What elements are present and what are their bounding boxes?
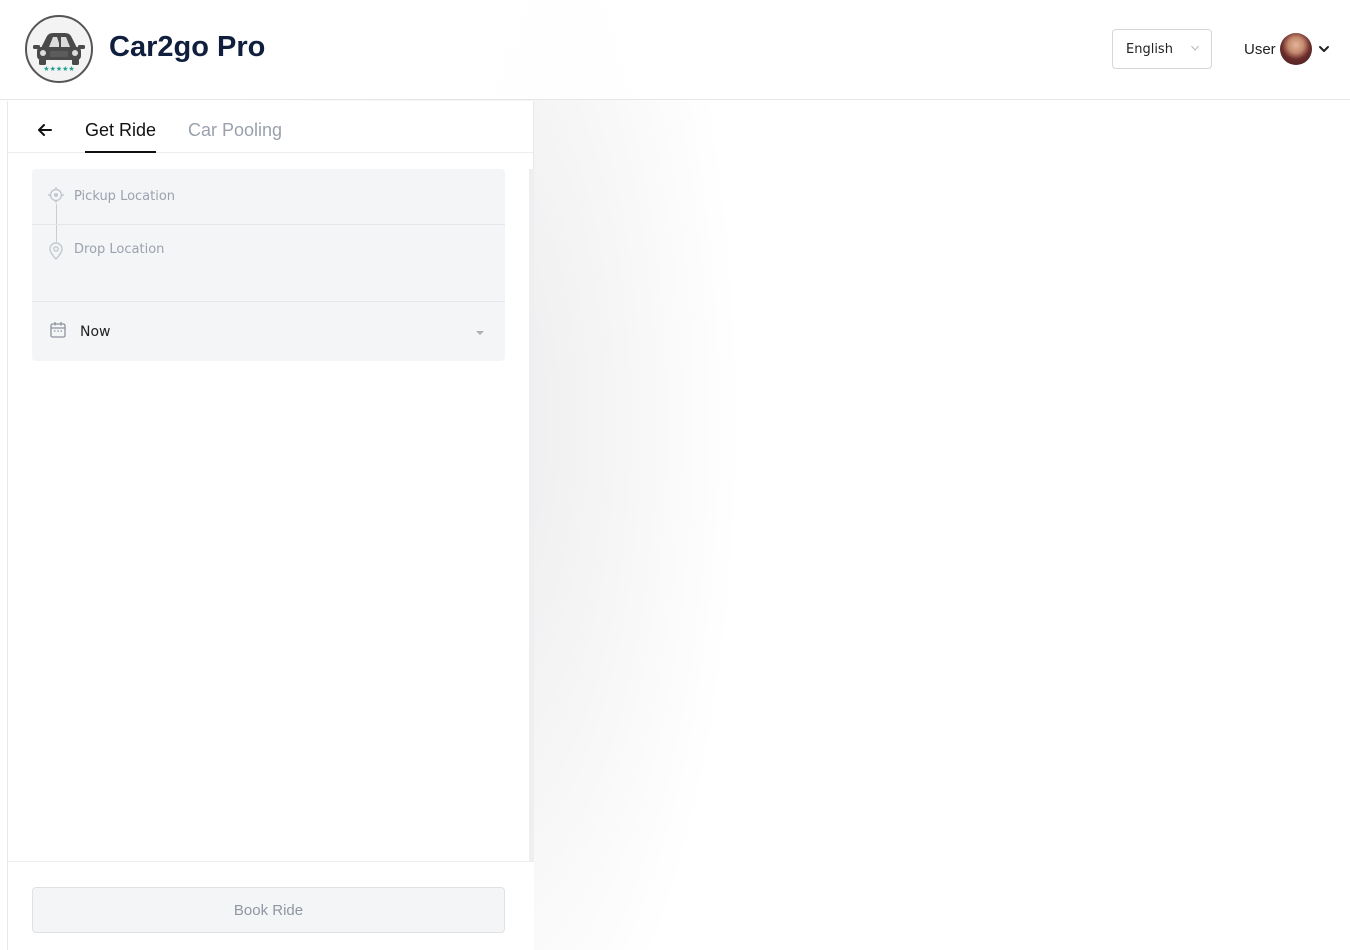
svg-text:★★★★★: ★★★★★ [43,65,74,72]
user-menu[interactable]: User [1244,32,1330,66]
tab-get-ride[interactable]: Get Ride [85,120,157,153]
schedule-value: Now [80,324,111,340]
map-pin-icon [49,242,63,260]
car-logo-icon[interactable]: ★★★★★ [25,15,93,83]
brand-title: Car2go Pro [109,31,266,63]
ride-tabs: Get Ride Car Pooling [8,101,534,153]
pickup-location-placeholder: Pickup Location [74,189,176,204]
chevron-down-icon[interactable] [1318,43,1330,55]
language-select-value: English [1126,41,1173,57]
target-icon [48,187,64,203]
scrollbar[interactable] [529,169,534,861]
avatar[interactable] [1279,33,1312,65]
calendar-icon [50,322,66,338]
pickup-location-field[interactable]: Pickup Location [32,169,505,225]
schedule-select[interactable]: Now [32,303,505,361]
tab-car-pooling[interactable]: Car Pooling [188,120,282,153]
arrow-left-icon[interactable] [36,121,54,139]
panel-footer: Book Ride [8,861,534,950]
ride-panel: Get Ride Car Pooling Pickup Location Dro… [7,101,534,950]
ride-form-card: Pickup Location Drop Location Now [32,169,505,361]
drop-location-placeholder: Drop Location [74,242,165,257]
book-ride-button[interactable]: Book Ride [32,887,505,933]
chevron-down-icon [1191,45,1199,51]
user-label: User [1244,40,1276,58]
language-select[interactable]: English [1112,29,1212,69]
drop-location-field[interactable]: Drop Location [32,226,505,302]
caret-down-icon [476,331,484,335]
app-header: ★★★★★ Car2go Pro English User [0,0,1350,100]
